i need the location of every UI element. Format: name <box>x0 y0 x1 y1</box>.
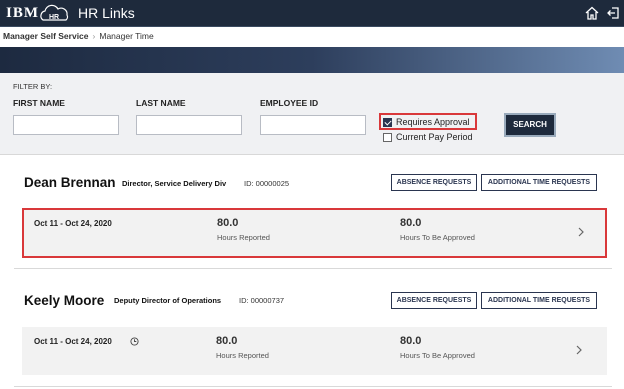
logout-icon[interactable] <box>606 6 620 20</box>
breadcrumb: Manager Self Service › Manager Time <box>0 27 624 47</box>
filter-heading: FILTER BY: <box>13 82 53 91</box>
last-name-label: LAST NAME <box>136 98 186 108</box>
hours-to-approve-label: Hours To Be Approved <box>400 233 475 242</box>
search-button[interactable]: SEARCH <box>504 113 556 137</box>
employee-name: Keely Moore <box>24 293 105 308</box>
hours-reported-label: Hours Reported <box>216 351 269 360</box>
employee-id: ID: 00000025 <box>244 179 290 188</box>
employee-id: ID: 00000737 <box>239 296 285 305</box>
additional-time-requests-button[interactable]: ADDITIONAL TIME REQUESTS <box>481 174 597 191</box>
chevron-right-icon <box>576 345 582 355</box>
breadcrumb-manager-self-service[interactable]: Manager Self Service <box>3 31 89 41</box>
absence-requests-button[interactable]: ABSENCE REQUESTS <box>391 174 477 191</box>
filter-panel: FILTER BY: FIRST NAME LAST NAME EMPLOYEE… <box>0 73 624 155</box>
breadcrumb-separator: › <box>92 31 96 41</box>
absence-requests-button[interactable]: ABSENCE REQUESTS <box>391 292 477 309</box>
current-pay-period-checkbox[interactable] <box>383 133 392 142</box>
home-icon[interactable] <box>585 6 599 20</box>
chevron-right-icon <box>578 227 584 237</box>
employee-id-label: EMPLOYEE ID <box>260 98 319 108</box>
first-name-input[interactable] <box>13 115 119 135</box>
hours-reported-value: 80.0 <box>216 335 238 347</box>
first-name-label: FIRST NAME <box>13 98 65 108</box>
employee-divider <box>14 268 612 269</box>
ibm-logo: IBM <box>6 5 39 21</box>
page-banner <box>0 47 624 73</box>
employee-name: Dean Brennan <box>24 175 116 190</box>
requires-approval-checkbox[interactable] <box>383 118 392 127</box>
pay-period-card[interactable]: Oct 11 - Oct 24, 2020 80.0 Hours Reporte… <box>22 208 607 258</box>
hours-to-approve-label: Hours To Be Approved <box>400 351 475 360</box>
breadcrumb-manager-time: Manager Time <box>99 31 154 41</box>
additional-time-requests-button[interactable]: ADDITIONAL TIME REQUESTS <box>481 292 597 309</box>
employee-title: Director, Service Delivery Div <box>122 179 227 188</box>
hours-to-approve-value: 80.0 <box>400 335 422 347</box>
pay-period-dates: Oct 11 - Oct 24, 2020 <box>34 337 112 346</box>
pay-period-card[interactable]: Oct 11 - Oct 24, 2020 80.0 Hours Reporte… <box>22 327 607 375</box>
employee-title: Deputy Director of Operations <box>114 296 222 305</box>
hr-logo-icon: HR <box>40 4 69 21</box>
last-name-input[interactable] <box>136 115 242 135</box>
pay-period-dates: Oct 11 - Oct 24, 2020 <box>34 219 112 228</box>
app-title: HR Links <box>78 5 135 21</box>
hours-reported-label: Hours Reported <box>217 233 270 242</box>
requires-approval-label: Requires Approval <box>396 117 470 127</box>
current-pay-period-label: Current Pay Period <box>396 132 473 142</box>
svg-text:HR: HR <box>49 14 59 21</box>
employee-divider <box>14 386 612 387</box>
top-bar: IBM HR HR Links <box>0 0 624 27</box>
hours-reported-value: 80.0 <box>217 217 239 229</box>
hours-to-approve-value: 80.0 <box>400 217 422 229</box>
employee-id-input[interactable] <box>260 115 366 135</box>
clock-icon <box>130 337 139 346</box>
